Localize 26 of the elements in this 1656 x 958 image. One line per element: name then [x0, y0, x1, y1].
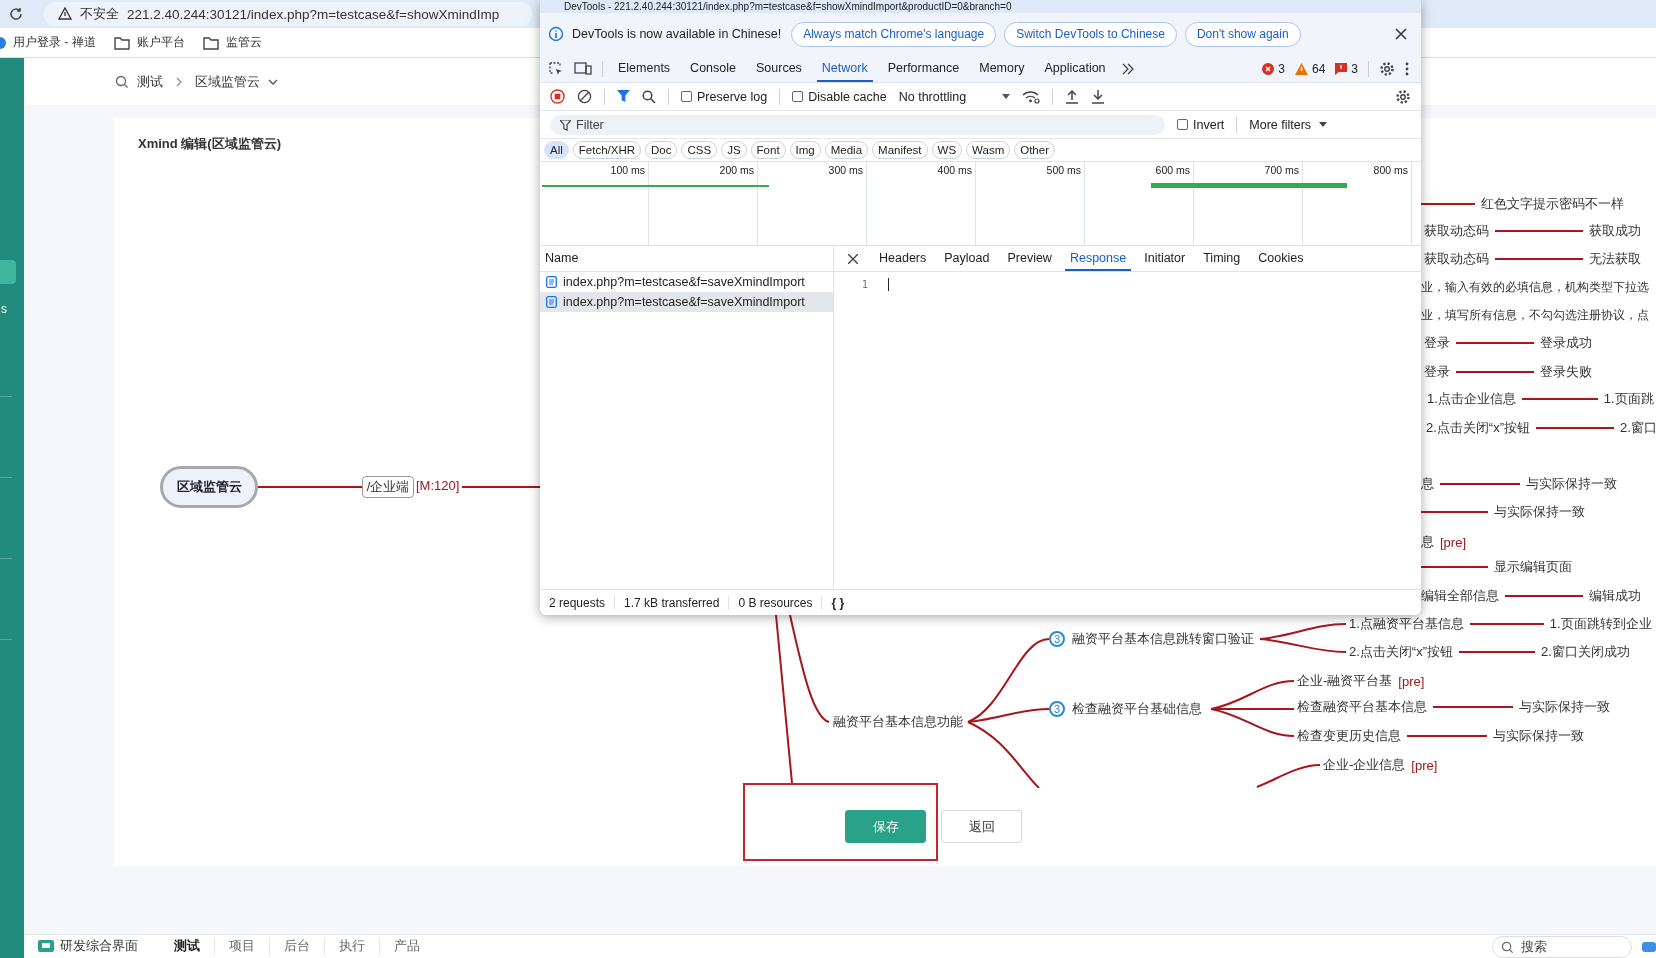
topic-marker: [pre] — [1398, 673, 1425, 689]
error-count: 3 — [1278, 61, 1285, 76]
priority-badge: 3 — [1049, 631, 1065, 647]
time-tick: 300 ms — [827, 163, 864, 178]
status-text: 0 B resources — [729, 595, 823, 610]
time-tick: 800 ms — [1372, 163, 1409, 178]
topic-marker: [pre] — [1440, 534, 1466, 550]
time-tick: 200 ms — [718, 163, 755, 178]
url-text: 221.2.40.244:30121/index.php?m=testcase&f=showXmindImp — [127, 6, 500, 22]
info-message: DevTools is now available in Chinese! — [572, 27, 782, 41]
time-tick: 400 ms — [936, 163, 973, 178]
editor-title: Xmind 编辑(区域监管云) — [137, 135, 281, 153]
issue-count: 3 — [1351, 61, 1358, 76]
time-tick: 100 ms — [609, 163, 646, 178]
warning-count: 64 — [1311, 61, 1326, 76]
time-tick: 600 ms — [1154, 163, 1191, 178]
topic-marker: [M:120] — [416, 478, 460, 493]
window-title: DevTools - 221.2.40.244:30121/index.php?m=testcase&f=showXmindImport&productID=0&branch=0 — [540, 0, 1421, 13]
status-text: 1.7 kB transferred — [615, 595, 730, 610]
priority-badge: 3 — [1049, 701, 1065, 717]
status-text: 2 requests — [540, 595, 616, 610]
line-number: 1 — [860, 278, 869, 290]
time-tick: 500 ms — [1045, 163, 1082, 178]
topic-marker: [pre] — [1411, 757, 1438, 773]
time-tick: 700 ms — [1263, 163, 1300, 178]
security-label: 不安全 — [80, 5, 119, 23]
